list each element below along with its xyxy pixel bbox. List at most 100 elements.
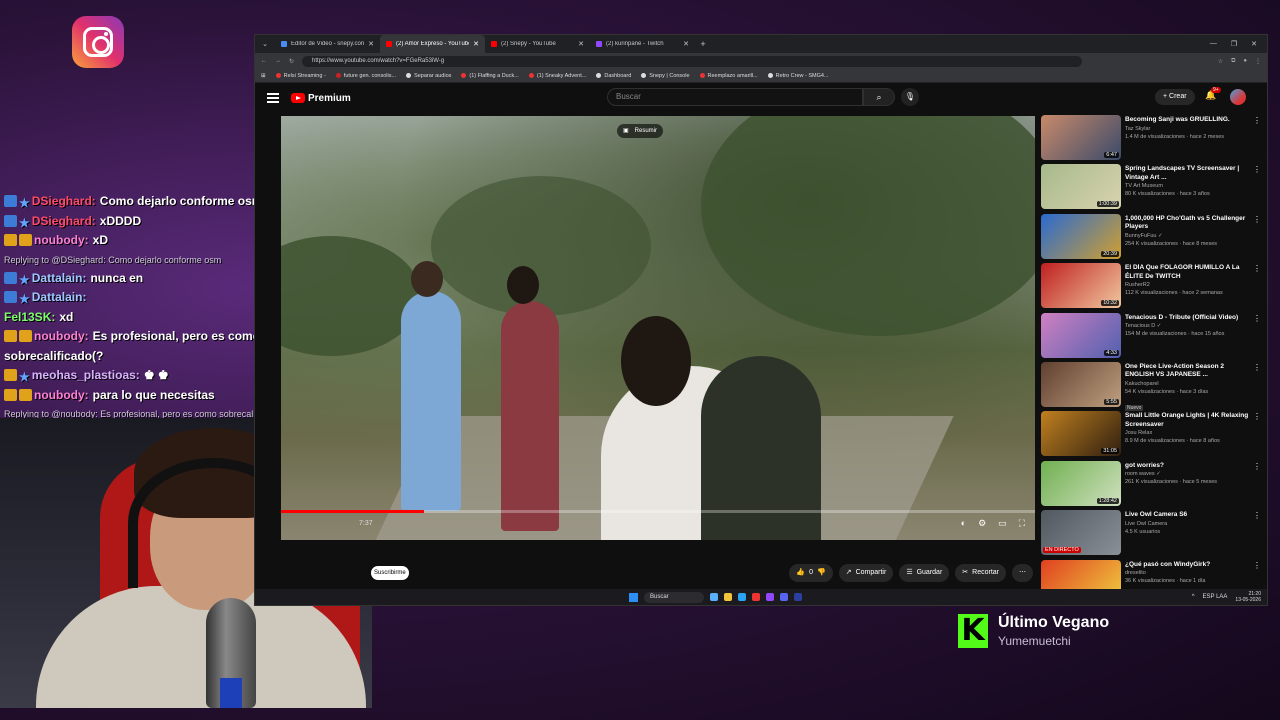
bookmark-item[interactable]: Snepy | Console: [641, 73, 690, 79]
autoplay-toggle-icon[interactable]: ◐: [961, 518, 966, 529]
taskbar-app-icon[interactable]: [710, 593, 718, 601]
premiere-icon[interactable]: [794, 593, 802, 601]
channel-name[interactable]: dreselito: [1125, 569, 1261, 577]
close-window-button[interactable]: ✕: [1251, 40, 1257, 48]
search-icon[interactable]: ⌕: [863, 88, 895, 106]
summary-button[interactable]: Resumir: [635, 124, 657, 138]
channel-name[interactable]: Live Owl Camera: [1125, 520, 1261, 528]
close-tab-icon[interactable]: ✕: [683, 40, 689, 48]
recommended-video[interactable]: 31:05 Small Little Orange Lights | 4K Rel…: [1041, 411, 1261, 460]
menu-hamburger-icon[interactable]: [267, 91, 279, 106]
browser-tab[interactable]: (2) Snepy - YouTube ✕: [485, 35, 590, 53]
bookmark-item[interactable]: Relsi Streaming -: [275, 73, 326, 79]
progress-bar[interactable]: [281, 510, 1035, 513]
share-button[interactable]: ↗ Compartir: [838, 564, 894, 582]
url-field[interactable]: https://www.youtube.com/watch?v=FGeRa53i…: [302, 55, 1083, 67]
recommended-video[interactable]: 6:47 Becoming Sanji was GRUELLING. Taz Sky…: [1041, 115, 1261, 164]
bookmark-item[interactable]: Retro Crew - SMG4...: [767, 73, 829, 79]
video-title[interactable]: 1,000,000 HP Cho'Gath vs 5 Challenger Pl…: [1125, 215, 1261, 232]
channel-name[interactable]: Taz Skylar: [1125, 125, 1261, 133]
more-options-icon[interactable]: ⋮: [1253, 165, 1261, 174]
video-player[interactable]: ▣ Resumir 7:37 ◐ ⚙ ▭ ⛶: [281, 116, 1035, 540]
more-options-icon[interactable]: ⋮: [1253, 264, 1261, 273]
video-thumbnail[interactable]: 4:33: [1041, 312, 1121, 358]
recommended-video[interactable]: 20:39 1,000,000 HP Cho'Gath vs 5 Challeng…: [1041, 213, 1261, 263]
more-options-icon[interactable]: ⋮: [1253, 363, 1261, 372]
minimize-button[interactable]: —: [1210, 40, 1217, 48]
create-button[interactable]: + Crear: [1155, 89, 1195, 105]
more-options-icon[interactable]: ⋮: [1253, 462, 1261, 471]
bookmark-item[interactable]: Reemplazo amarill...: [699, 73, 758, 79]
save-button[interactable]: ☰ Guardar: [899, 564, 950, 582]
bookmark-item[interactable]: Separar audios: [406, 73, 451, 79]
search-input[interactable]: Buscar: [607, 88, 863, 106]
tray-chevron-icon[interactable]: ^: [1192, 594, 1195, 600]
tab-list-icon[interactable]: ⌄: [255, 40, 275, 48]
clock[interactable]: 21:20 13-05-2026: [1235, 591, 1261, 603]
channel-name[interactable]: Josu Relax: [1125, 429, 1261, 437]
bookmark-star-icon[interactable]: ☆: [1218, 58, 1223, 65]
edge-icon[interactable]: [738, 593, 746, 601]
voice-search-icon[interactable]: 🎙: [901, 88, 919, 106]
video-thumbnail[interactable]: 31:05: [1041, 411, 1121, 457]
subscribe-button[interactable]: Suscribirme: [371, 566, 409, 580]
more-actions-button[interactable]: ⋯: [1012, 564, 1033, 582]
more-options-icon[interactable]: ⋮: [1253, 215, 1261, 224]
video-title[interactable]: One Piece Live-Action Season 2 ENGLISH V…: [1125, 363, 1261, 380]
browser-tab[interactable]: Editor de Video - snepy.contacto✕: [275, 35, 380, 53]
video-thumbnail[interactable]: 20:39: [1041, 213, 1121, 259]
close-tab-icon[interactable]: ✕: [473, 40, 479, 48]
bookmark-item[interactable]: Dashboard: [596, 73, 631, 79]
more-options-icon[interactable]: ⋮: [1253, 412, 1261, 421]
channel-name[interactable]: Kakuchoparel: [1125, 380, 1261, 388]
notifications-bell-icon[interactable]: 🔔 9+: [1205, 87, 1221, 101]
file-explorer-icon[interactable]: [724, 593, 732, 601]
recommended-video[interactable]: 10:32 El DÍA Que FOLAGOR HUMILLÓ A La ÉLI…: [1041, 263, 1261, 312]
thumbs-down-icon[interactable]: 👎: [817, 564, 826, 582]
video-thumbnail[interactable]: 5:55: [1041, 361, 1121, 407]
video-thumbnail[interactable]: 1:00:39: [1041, 164, 1121, 210]
recommended-video[interactable]: 1:28:42 got worries? room waves ✓ 261 K vis…: [1041, 460, 1261, 510]
youtube-logo[interactable]: Premium: [291, 93, 351, 104]
player-top-controls[interactable]: ▣ Resumir: [617, 124, 664, 138]
video-thumbnail[interactable]: EN DIRECTO: [1041, 510, 1121, 556]
bookmark-item[interactable]: future gen. consolis...: [335, 73, 396, 79]
browser-tab[interactable]: (2) Amor Expreso - YouTube ✕: [380, 35, 485, 53]
video-title[interactable]: ¿Qué pasó con WindyGirk?: [1125, 561, 1261, 570]
bookmark-item[interactable]: (1) Flaffing a Duck...: [461, 73, 519, 79]
video-title[interactable]: El DÍA Que FOLAGOR HUMILLÓ A La ÉLITE De…: [1125, 264, 1261, 281]
apps-icon[interactable]: ⊞: [261, 73, 266, 79]
account-avatar[interactable]: [1230, 89, 1246, 105]
recommended-video[interactable]: 4:33 Tenacious D - Tribute (Official Vide…: [1041, 312, 1261, 362]
channel-name[interactable]: BunnyFuFuu ✓: [1125, 232, 1261, 240]
chrome-icon[interactable]: [752, 593, 760, 601]
video-title[interactable]: Live Owl Camera S6: [1125, 511, 1261, 520]
settings-gear-icon[interactable]: ⚙: [978, 518, 986, 529]
pip-icon[interactable]: ▣: [623, 124, 629, 138]
video-title[interactable]: Small Little Orange Lights | 4K Relaxing…: [1125, 412, 1261, 429]
extensions-icon[interactable]: ⧉: [1231, 58, 1235, 65]
channel-name[interactable]: room waves ✓: [1125, 470, 1261, 478]
more-options-icon[interactable]: ⋮: [1253, 314, 1261, 323]
taskbar-search[interactable]: Buscar: [644, 591, 704, 603]
video-title[interactable]: got worries?: [1125, 462, 1261, 471]
back-icon[interactable]: ←: [261, 58, 267, 64]
fullscreen-icon[interactable]: ⛶: [1019, 518, 1025, 529]
like-button[interactable]: 👍 0 👎: [789, 564, 833, 582]
channel-name[interactable]: TV Art Museum: [1125, 182, 1261, 190]
discord-icon[interactable]: [780, 593, 788, 601]
video-title[interactable]: Becoming Sanji was GRUELLING.: [1125, 116, 1261, 125]
video-title[interactable]: Spring Landscapes TV Screensaver | Vinta…: [1125, 165, 1261, 182]
more-options-icon[interactable]: ⋮: [1253, 116, 1261, 125]
maximize-button[interactable]: ❐: [1231, 40, 1237, 48]
recommended-video[interactable]: EN DIRECTO Live Owl Camera S6 Live Owl Cam…: [1041, 510, 1261, 559]
profile-icon[interactable]: ●: [1243, 58, 1247, 65]
channel-name[interactable]: RusherR2: [1125, 281, 1261, 289]
language-indicator[interactable]: ESP LAA: [1203, 594, 1228, 600]
more-options-icon[interactable]: ⋮: [1253, 561, 1261, 570]
close-tab-icon[interactable]: ✕: [368, 40, 374, 48]
new-tab-button[interactable]: +: [695, 39, 711, 49]
recommended-video[interactable]: 5:55 One Piece Live-Action Season 2 ENGLI…: [1041, 361, 1261, 411]
video-title[interactable]: Tenacious D - Tribute (Official Video): [1125, 314, 1261, 323]
bookmark-item[interactable]: (1) Sneaky Advent...: [528, 73, 586, 79]
